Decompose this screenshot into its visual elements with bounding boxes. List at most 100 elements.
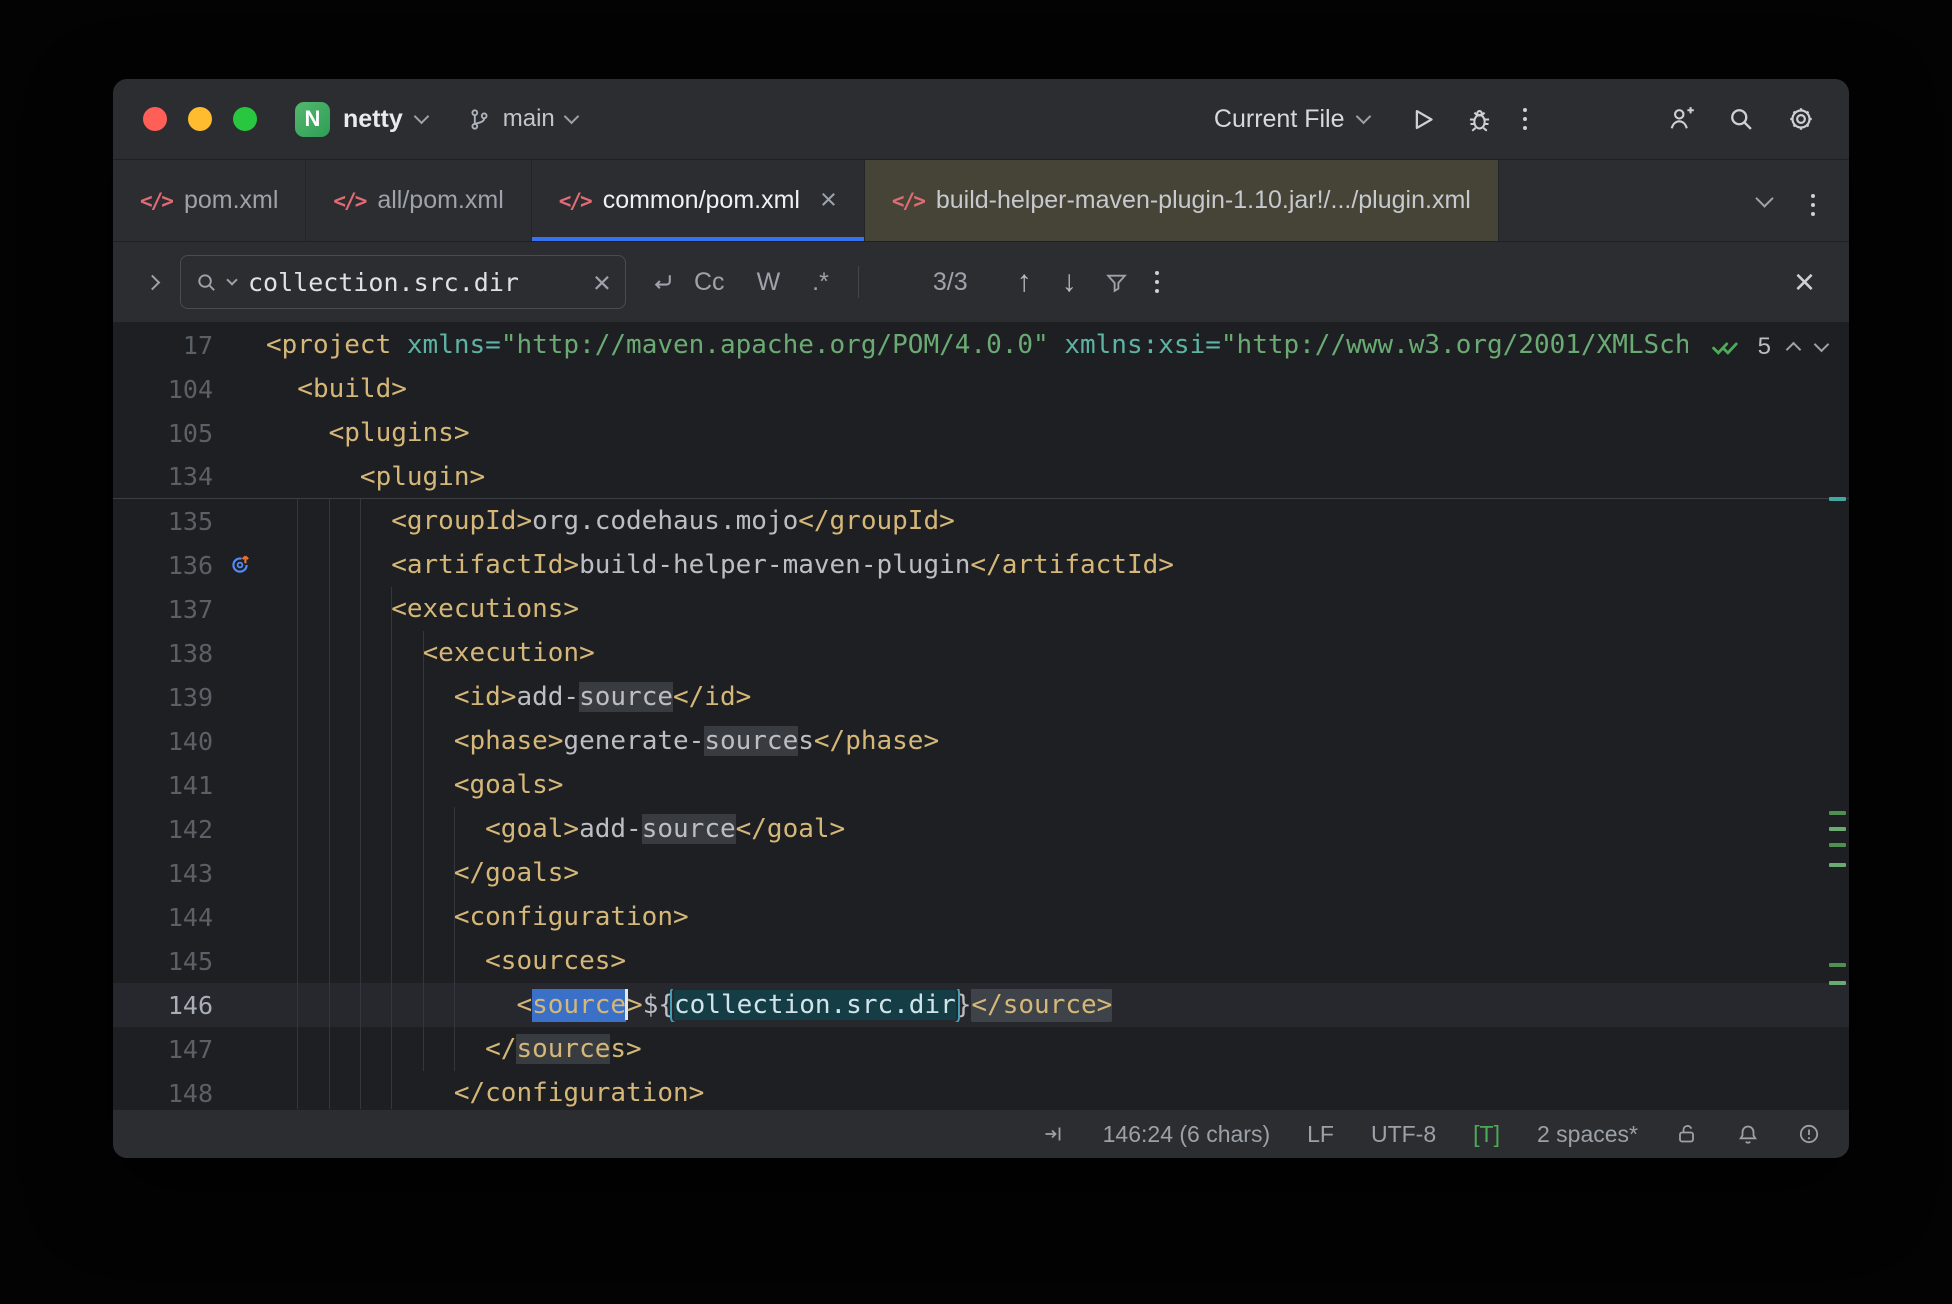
line-number[interactable]: 145 bbox=[113, 947, 213, 976]
code-text[interactable]: <configuration> bbox=[266, 902, 1849, 932]
bell-icon[interactable] bbox=[1736, 1122, 1760, 1146]
gutter[interactable]: 145 bbox=[113, 947, 266, 976]
tab-options-icon[interactable] bbox=[1811, 185, 1816, 216]
line-number[interactable]: 17 bbox=[113, 331, 213, 360]
add-user-icon[interactable] bbox=[1667, 105, 1695, 133]
gutter[interactable]: 135 bbox=[113, 507, 266, 536]
code-text[interactable]: <execution> bbox=[266, 638, 1849, 668]
editor[interactable]: 17 <project xmlns="http://maven.apache.or… bbox=[113, 323, 1849, 1109]
words-toggle[interactable]: W bbox=[744, 268, 794, 297]
tag-indicator[interactable]: [T] bbox=[1473, 1121, 1500, 1148]
line-number[interactable]: 146 bbox=[113, 991, 213, 1020]
code-line-134[interactable]: 134 <plugin> bbox=[113, 455, 1849, 499]
tab-all-pom-xml[interactable]: </>all/pom.xml bbox=[306, 160, 531, 241]
code-line-105[interactable]: 105 <plugins> bbox=[113, 411, 1849, 455]
gutter[interactable]: 148 bbox=[113, 1079, 266, 1108]
code-text[interactable]: <goals> bbox=[266, 770, 1849, 800]
gutter[interactable]: 141 bbox=[113, 771, 266, 800]
code-line-137[interactable]: 137 <executions> bbox=[113, 587, 1849, 631]
gutter[interactable]: 138 bbox=[113, 639, 266, 668]
line-number[interactable]: 140 bbox=[113, 727, 213, 756]
gutter[interactable]: 139 bbox=[113, 683, 266, 712]
recursive-call-icon[interactable] bbox=[213, 553, 266, 577]
close-window-button[interactable] bbox=[143, 107, 167, 131]
code-line-143[interactable]: 143 </goals> bbox=[113, 851, 1849, 895]
code-line-135[interactable]: 135 <groupId>org.codehaus.mojo</groupId> bbox=[113, 499, 1849, 543]
code-line-146[interactable]: 146 <source>${collection.src.dir}</sourc… bbox=[113, 983, 1849, 1027]
code-line-141[interactable]: 141 <goals> bbox=[113, 763, 1849, 807]
zoom-window-button[interactable] bbox=[233, 107, 257, 131]
debug-button[interactable] bbox=[1466, 106, 1493, 133]
code-text[interactable]: <source>${collection.src.dir}</source> bbox=[266, 989, 1849, 1022]
code-line-142[interactable]: 142 <goal>add-source</goal> bbox=[113, 807, 1849, 851]
gutter[interactable]: 144 bbox=[113, 903, 266, 932]
line-separator[interactable]: LF bbox=[1307, 1121, 1334, 1148]
line-number[interactable]: 147 bbox=[113, 1035, 213, 1064]
code-line-104[interactable]: 104 <build> bbox=[113, 367, 1849, 411]
close-search-icon[interactable]: × bbox=[1794, 264, 1823, 300]
settings-gear-icon[interactable] bbox=[1787, 105, 1815, 133]
search-history-chevron-icon[interactable] bbox=[226, 274, 237, 285]
gutter[interactable]: 17 bbox=[113, 331, 266, 360]
code-line-138[interactable]: 138 <execution> bbox=[113, 631, 1849, 675]
code-text[interactable]: </configuration> bbox=[266, 1078, 1849, 1108]
code-text[interactable]: <project xmlns="http://maven.apache.org/… bbox=[266, 330, 1849, 360]
code-line-136[interactable]: 136 <artifactId>build-helper-maven-plugi… bbox=[113, 543, 1849, 587]
gutter[interactable]: 104 bbox=[113, 375, 266, 404]
tab-pom-xml[interactable]: </>pom.xml bbox=[113, 160, 306, 241]
search-everywhere-icon[interactable] bbox=[1727, 105, 1755, 133]
filter-search-icon[interactable] bbox=[1104, 270, 1129, 295]
indent-setting[interactable]: 2 spaces* bbox=[1537, 1121, 1638, 1148]
caret-position[interactable]: 146:24 (6 chars) bbox=[1103, 1121, 1270, 1148]
search-field[interactable]: × bbox=[180, 255, 626, 309]
code-text[interactable]: <phase>generate-sources</phase> bbox=[266, 726, 1849, 756]
code-line-17[interactable]: 17 <project xmlns="http://maven.apache.or… bbox=[113, 323, 1849, 367]
line-number[interactable]: 139 bbox=[113, 683, 213, 712]
gutter[interactable]: 105 bbox=[113, 419, 266, 448]
tab-common-pom-xml[interactable]: </>common/pom.xml× bbox=[532, 160, 865, 241]
gutter[interactable]: 140 bbox=[113, 727, 266, 756]
code-text[interactable]: <plugin> bbox=[266, 462, 1849, 492]
code-line-144[interactable]: 144 <configuration> bbox=[113, 895, 1849, 939]
line-number[interactable]: 141 bbox=[113, 771, 213, 800]
code-text[interactable]: <build> bbox=[266, 374, 1849, 404]
code-text[interactable]: <executions> bbox=[266, 594, 1849, 624]
next-problem-icon[interactable] bbox=[1814, 337, 1830, 353]
more-search-options-icon[interactable] bbox=[1155, 271, 1160, 294]
gutter[interactable]: 143 bbox=[113, 859, 266, 888]
line-number[interactable]: 144 bbox=[113, 903, 213, 932]
code-text[interactable]: <artifactId>build-helper-maven-plugin</a… bbox=[266, 550, 1849, 580]
line-number[interactable]: 137 bbox=[113, 595, 213, 624]
more-actions-icon[interactable] bbox=[1523, 108, 1528, 131]
code-text[interactable]: <goal>add-source</goal> bbox=[266, 814, 1849, 844]
line-number[interactable]: 135 bbox=[113, 507, 213, 536]
tab-out-icon[interactable] bbox=[1042, 1122, 1066, 1146]
gutter[interactable]: 146 bbox=[113, 991, 266, 1020]
error-circle-icon[interactable] bbox=[1797, 1122, 1821, 1146]
regex-toggle[interactable]: .* bbox=[799, 268, 842, 297]
tab-list-chevron-icon[interactable] bbox=[1755, 189, 1773, 207]
inspections-widget[interactable]: 5 bbox=[1688, 326, 1837, 368]
code-text[interactable]: </goals> bbox=[266, 858, 1849, 888]
code-text[interactable]: <groupId>org.codehaus.mojo</groupId> bbox=[266, 506, 1849, 536]
code-text[interactable]: <plugins> bbox=[266, 418, 1849, 448]
run-button[interactable] bbox=[1409, 106, 1436, 133]
gutter[interactable]: 134 bbox=[113, 462, 266, 491]
search-input[interactable] bbox=[246, 267, 583, 298]
code-text[interactable]: <id>add-source</id> bbox=[266, 682, 1849, 712]
line-number[interactable]: 136 bbox=[113, 551, 213, 580]
match-case-toggle[interactable]: Cc bbox=[681, 268, 738, 297]
line-number[interactable]: 143 bbox=[113, 859, 213, 888]
line-number[interactable]: 142 bbox=[113, 815, 213, 844]
previous-problem-icon[interactable] bbox=[1786, 342, 1802, 358]
line-number[interactable]: 104 bbox=[113, 375, 213, 404]
close-tab-icon[interactable]: × bbox=[820, 186, 837, 215]
code-line-145[interactable]: 145 <sources> bbox=[113, 939, 1849, 983]
line-number[interactable]: 105 bbox=[113, 419, 213, 448]
expand-search-icon[interactable] bbox=[145, 274, 161, 290]
code-line-148[interactable]: 148 </configuration> bbox=[113, 1071, 1849, 1109]
previous-occurrence-button[interactable]: ↑ bbox=[1002, 265, 1047, 299]
branch-widget[interactable]: main bbox=[467, 105, 577, 133]
code-line-139[interactable]: 139 <id>add-source</id> bbox=[113, 675, 1849, 719]
run-config-selector[interactable]: Current File bbox=[1214, 105, 1369, 134]
